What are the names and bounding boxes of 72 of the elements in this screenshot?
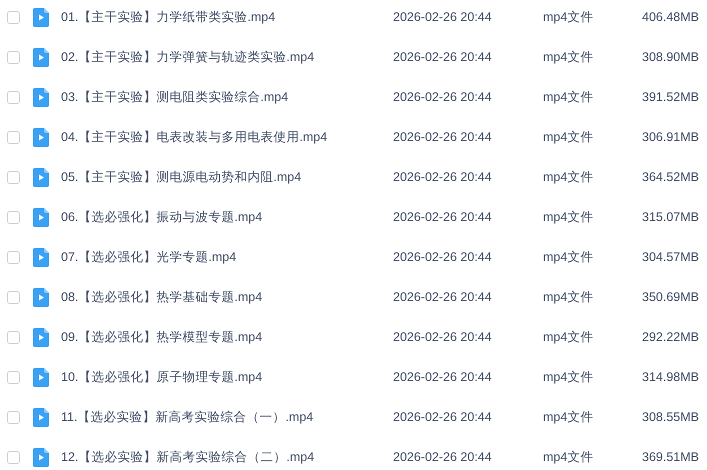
file-size: 292.22MB <box>641 328 699 346</box>
modified-date: 2026-02-26 20:44 <box>393 408 493 426</box>
file-size: 364.52MB <box>641 168 699 186</box>
modified-date: 2026-02-26 20:44 <box>393 208 493 226</box>
modified-date: 2026-02-26 20:44 <box>393 368 493 386</box>
checkbox[interactable] <box>7 210 20 224</box>
file-type: mp4文件 <box>543 88 594 106</box>
file-name[interactable]: 04.【主干实验】电表改装与多用电表使用.mp4 <box>61 128 393 146</box>
modified-date: 2026-02-26 20:44 <box>393 8 493 26</box>
modified-date: 2026-02-26 20:44 <box>393 168 493 186</box>
file-name[interactable]: 12.【选必实验】新高考实验综合（二）.mp4 <box>61 448 393 466</box>
video-file-icon <box>33 208 49 226</box>
video-file-icon <box>33 408 49 426</box>
video-file-icon <box>33 368 49 386</box>
file-size: 314.98MB <box>641 368 699 386</box>
video-file-icon <box>33 168 49 186</box>
file-type: mp4文件 <box>543 288 594 306</box>
file-type: mp4文件 <box>543 368 594 386</box>
file-size: 391.52MB <box>641 88 699 106</box>
file-size: 308.90MB <box>641 48 699 66</box>
file-type: mp4文件 <box>543 448 594 466</box>
video-file-icon <box>33 88 49 106</box>
file-size: 315.07MB <box>641 208 699 226</box>
checkbox[interactable] <box>7 370 20 384</box>
video-file-icon <box>33 8 49 26</box>
modified-date: 2026-02-26 20:44 <box>393 128 493 146</box>
checkbox[interactable] <box>7 410 20 424</box>
file-size: 369.51MB <box>641 448 699 466</box>
file-type: mp4文件 <box>543 328 594 346</box>
file-size: 406.48MB <box>641 8 699 26</box>
file-name[interactable]: 02.【主干实验】力学弹簧与轨迹类实验.mp4 <box>61 48 393 66</box>
file-size: 306.91MB <box>641 128 699 146</box>
checkbox[interactable] <box>7 50 20 64</box>
file-size: 350.69MB <box>641 288 699 306</box>
checkbox[interactable] <box>7 90 20 104</box>
file-name[interactable]: 03.【主干实验】测电阻类实验综合.mp4 <box>61 88 393 106</box>
file-type: mp4文件 <box>543 208 594 226</box>
checkbox[interactable] <box>7 450 20 464</box>
file-name[interactable]: 06.【选必强化】振动与波专题.mp4 <box>61 208 393 226</box>
file-type: mp4文件 <box>543 8 594 26</box>
checkbox[interactable] <box>7 290 20 304</box>
file-name[interactable]: 08.【选必强化】热学基础专题.mp4 <box>61 288 393 306</box>
file-name[interactable]: 05.【主干实验】测电源电动势和内阻.mp4 <box>61 168 393 186</box>
video-file-icon <box>33 248 49 266</box>
checkbox[interactable] <box>7 330 20 344</box>
file-type: mp4文件 <box>543 408 594 426</box>
video-file-icon <box>33 48 49 66</box>
modified-date: 2026-02-26 20:44 <box>393 328 493 346</box>
modified-date: 2026-02-26 20:44 <box>393 88 493 106</box>
file-type: mp4文件 <box>543 248 594 266</box>
file-name[interactable]: 07.【选必强化】光学专题.mp4 <box>61 248 393 266</box>
video-file-icon <box>33 128 49 146</box>
modified-date: 2026-02-26 20:44 <box>393 48 493 66</box>
file-type: mp4文件 <box>543 48 594 66</box>
file-name[interactable]: 09.【选必强化】热学模型专题.mp4 <box>61 328 393 346</box>
video-file-icon <box>33 328 49 346</box>
modified-date: 2026-02-26 20:44 <box>393 288 493 306</box>
file-size: 308.55MB <box>641 408 699 426</box>
file-name[interactable]: 01.【主干实验】力学纸带类实验.mp4 <box>61 8 393 26</box>
checkbox[interactable] <box>7 10 20 24</box>
modified-date: 2026-02-26 20:44 <box>393 448 493 466</box>
file-type: mp4文件 <box>543 128 594 146</box>
video-file-icon <box>33 448 49 466</box>
modified-date: 2026-02-26 20:44 <box>393 248 493 266</box>
video-file-icon <box>33 288 49 306</box>
file-type: mp4文件 <box>543 168 594 186</box>
file-name[interactable]: 10.【选必强化】原子物理专题.mp4 <box>61 368 393 386</box>
file-name[interactable]: 11.【选必实验】新高考实验综合（一）.mp4 <box>61 408 393 426</box>
file-size: 304.57MB <box>641 248 699 266</box>
checkbox[interactable] <box>7 170 20 184</box>
checkbox[interactable] <box>7 250 20 264</box>
checkbox[interactable] <box>7 130 20 144</box>
